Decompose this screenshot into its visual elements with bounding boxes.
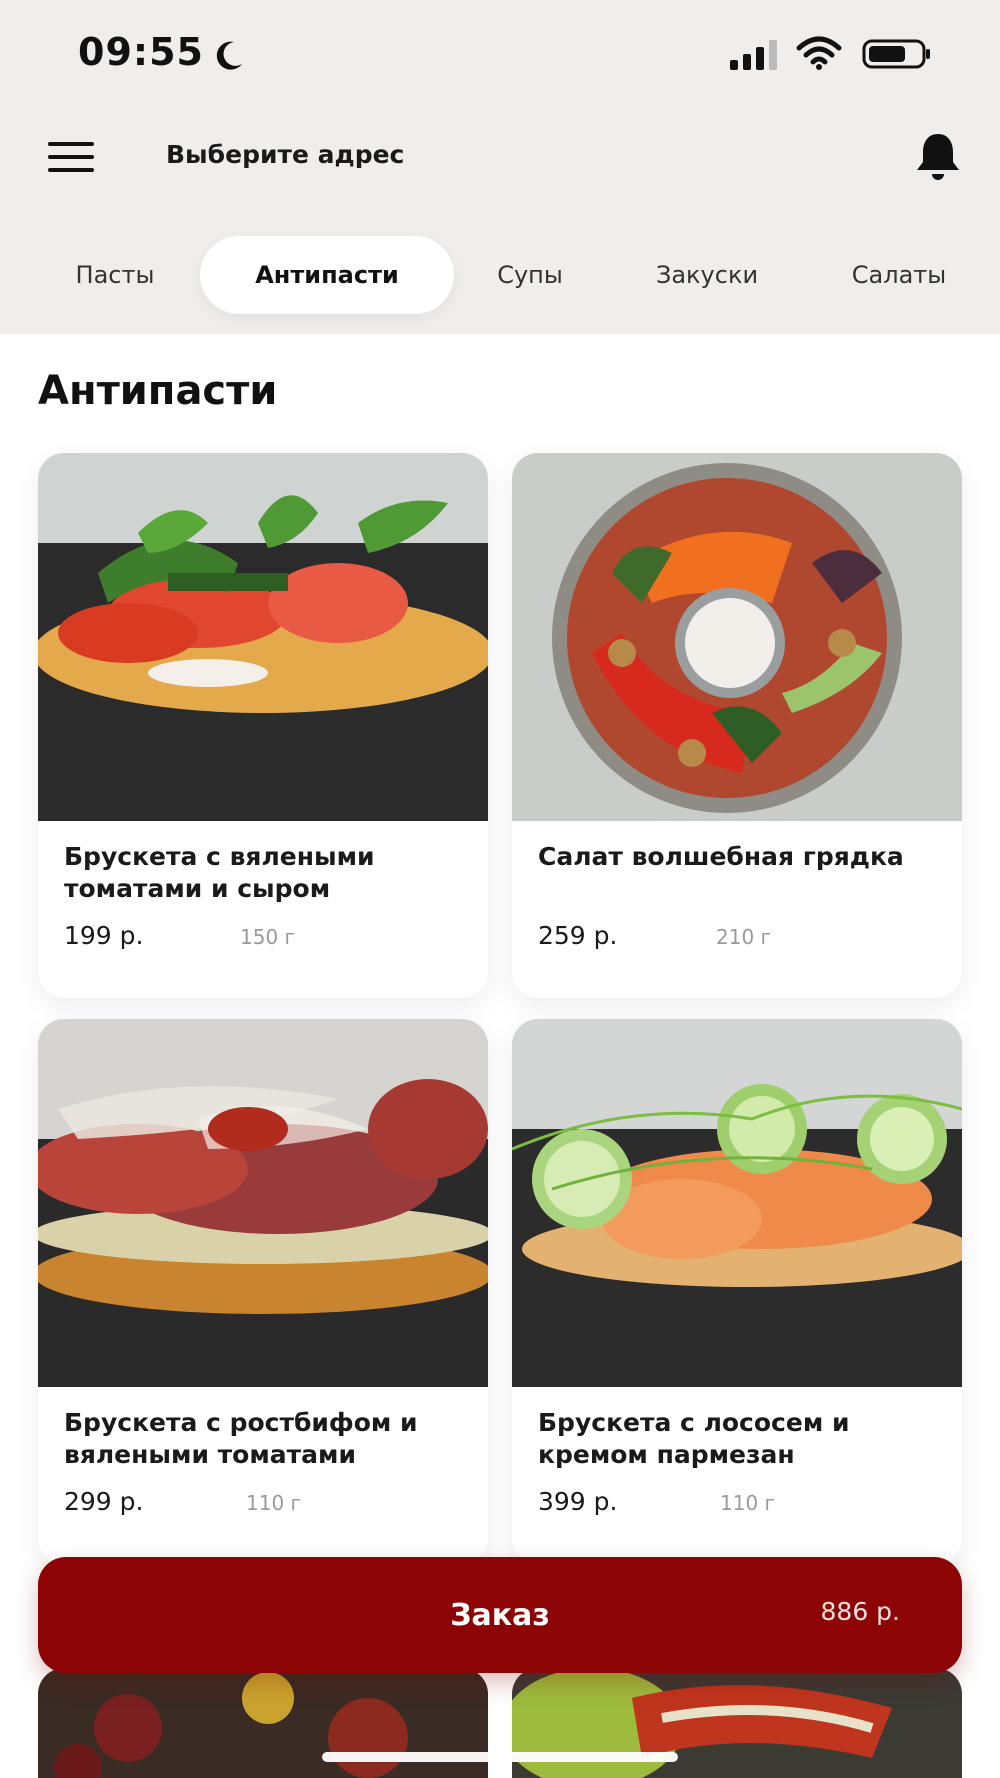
product-name: Салат волшебная грядка: [538, 842, 904, 871]
menu-icon[interactable]: [46, 140, 96, 174]
battery-icon: [862, 39, 930, 69]
product-weight: 150 г: [240, 925, 296, 949]
home-indicator: [322, 1752, 678, 1762]
product-photo-bruschetta-roastbeef: [38, 1019, 488, 1387]
section-title: Антипасти: [38, 368, 278, 414]
product-photo-bruschetta-tomato: [38, 453, 488, 821]
product-name: Брускета с ростбифом и вялеными томатами: [64, 1408, 418, 1469]
order-button[interactable]: Заказ 886 р.: [38, 1557, 962, 1673]
product-card[interactable]: Брускета с ростбифом и вялеными томатами…: [38, 1019, 488, 1564]
tab-antipasti[interactable]: Антипасти: [200, 236, 454, 314]
address-selector[interactable]: Выберите адрес: [166, 140, 404, 169]
moon-icon: [216, 41, 242, 70]
status-time: 09:55: [78, 30, 204, 74]
order-total: 886 р.: [820, 1597, 900, 1626]
product-price: 259 р.: [538, 921, 618, 950]
bell-icon[interactable]: [912, 130, 964, 182]
product-weight: 210 г: [716, 925, 772, 949]
product-name: Брускета с лососем и кремом пармезан: [538, 1408, 850, 1469]
product-name: Брускета с вялеными томатами и сыром: [64, 842, 375, 903]
product-photo-salad: [512, 453, 962, 821]
product-price: 299 р.: [64, 1487, 144, 1516]
product-card[interactable]: Брускета с лососем и кремом пармезан 399…: [512, 1019, 962, 1564]
product-weight: 110 г: [720, 1491, 776, 1515]
wifi-icon: [796, 36, 842, 70]
top-header: 09:55 Выберите адрес Пасты Антипасти Суп…: [0, 0, 1000, 334]
tab-supy[interactable]: Супы: [474, 236, 586, 314]
product-price: 199 р.: [64, 921, 144, 950]
tab-salaty[interactable]: Салаты: [828, 236, 970, 314]
tab-pasty[interactable]: Пасты: [50, 236, 180, 314]
product-card[interactable]: Салат волшебная грядка 259 р. 210 г: [512, 453, 962, 998]
product-weight: 110 г: [246, 1491, 302, 1515]
product-price: 399 р.: [538, 1487, 618, 1516]
product-photo-bruschetta-salmon: [512, 1019, 962, 1387]
category-tabs: Пасты Антипасти Супы Закуски Салаты: [0, 236, 1000, 316]
tab-zakuski[interactable]: Закуски: [632, 236, 782, 314]
signal-icon: [730, 40, 777, 70]
product-card[interactable]: Брускета с вялеными томатами и сыром 199…: [38, 453, 488, 998]
